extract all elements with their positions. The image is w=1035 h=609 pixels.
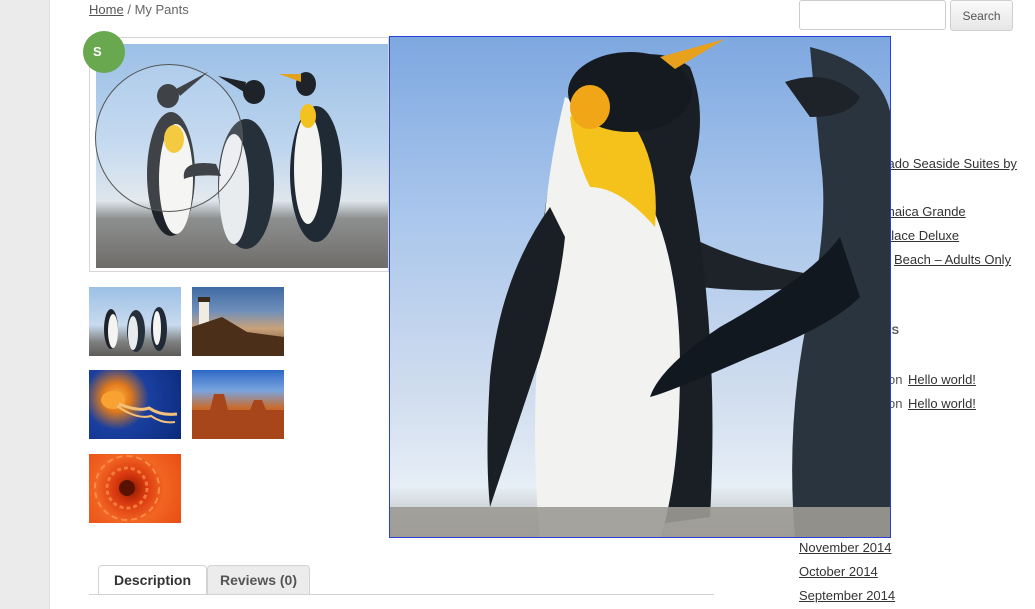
zoom-preview-window	[389, 36, 891, 538]
search-button[interactable]: Search	[950, 0, 1013, 31]
sale-badge: S	[83, 31, 125, 73]
tabs-divider	[89, 594, 714, 595]
zoomed-penguin-image	[390, 39, 890, 537]
thumbnail-lighthouse[interactable]	[192, 287, 284, 356]
breadcrumb-current: My Pants	[134, 2, 189, 17]
thumbnail-desert[interactable]	[192, 370, 284, 439]
sidebar-product-link[interactable]: maica Grande	[884, 204, 966, 219]
search-input[interactable]	[799, 0, 946, 30]
archive-link[interactable]: November 2014	[799, 540, 892, 555]
sidebar-product-link[interactable]: alace Deluxe	[884, 228, 959, 243]
thumbnail-jellyfish[interactable]	[89, 370, 181, 439]
breadcrumb-home-link[interactable]: Home	[89, 2, 124, 17]
thumbnail-penguins[interactable]	[89, 287, 181, 356]
thumbnail-flower[interactable]	[89, 454, 181, 523]
desert-thumb-image	[192, 394, 284, 439]
jellyfish-thumb-image	[101, 391, 178, 424]
tab-description[interactable]: Description	[98, 565, 207, 595]
page-gutter	[0, 0, 50, 609]
lighthouse-thumb-image	[192, 297, 284, 356]
flower-thumb-image	[94, 455, 160, 521]
breadcrumb-separator: /	[127, 2, 131, 17]
archive-link[interactable]: October 2014	[799, 564, 878, 579]
comment-post-link[interactable]: Hello world!	[908, 396, 976, 411]
comment-post-link[interactable]: Hello world!	[908, 372, 976, 387]
breadcrumb: Home / My Pants	[89, 2, 189, 17]
archive-link[interactable]: September 2014	[799, 588, 895, 603]
penguins-thumb-image	[104, 307, 167, 352]
tab-reviews[interactable]: Reviews (0)	[207, 565, 310, 594]
zoom-lens[interactable]	[95, 64, 243, 212]
sidebar-product-link[interactable]: Beach – Adults Only	[894, 252, 1011, 267]
sidebar-product-link[interactable]: orado Seaside Suites by	[876, 156, 1017, 171]
